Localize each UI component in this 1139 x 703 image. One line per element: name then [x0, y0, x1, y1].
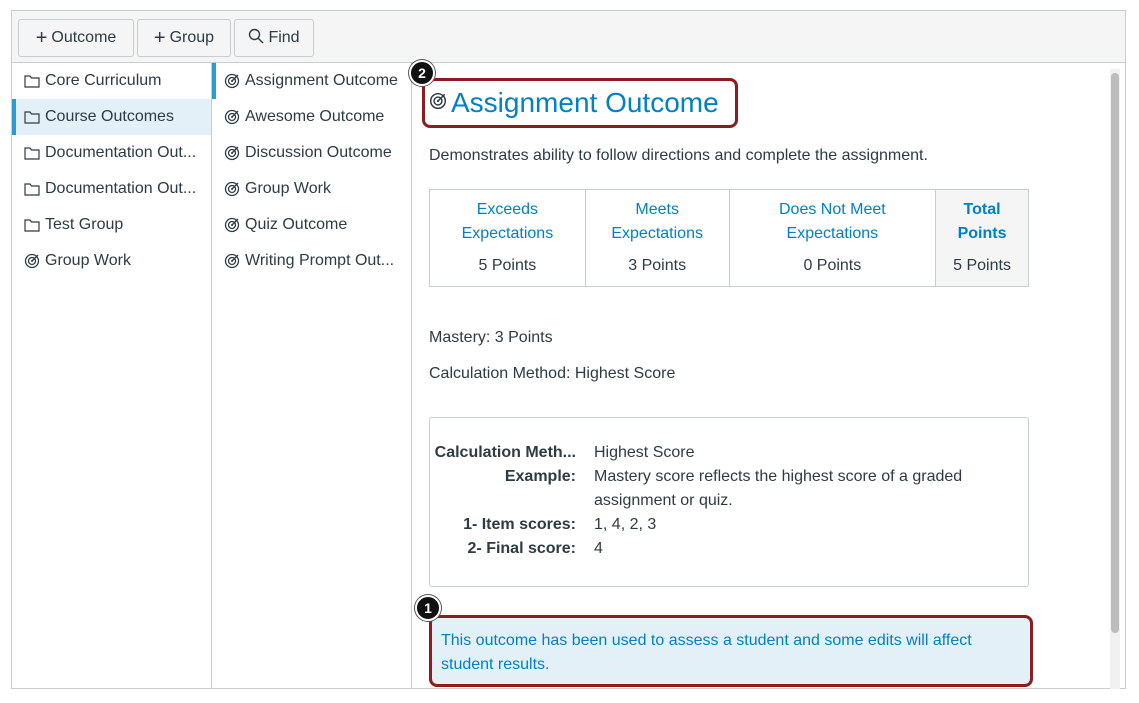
outcome-target-icon	[24, 253, 42, 269]
group-item-label: Documentation Out...	[45, 144, 197, 161]
group-item-course-outcomes[interactable]: Course Outcomes	[12, 99, 211, 135]
outcome-item-label: Writing Prompt Out...	[245, 252, 395, 269]
search-icon	[248, 28, 264, 49]
group-item-label: Documentation Out...	[45, 180, 197, 197]
calc-item-scores-key: 1- Item scores:	[463, 516, 576, 533]
outcomes-column: Assignment Outcome Awesome Outcome Discu…	[212, 63, 412, 689]
find-button[interactable]: Find	[234, 19, 314, 57]
outcome-target-icon	[224, 181, 242, 197]
outcome-item-writing-prompt[interactable]: Writing Prompt Out...	[212, 243, 411, 279]
rubric-table: Exceeds Expectations 5 Points Meets Expe…	[429, 189, 1029, 287]
mastery-text: Mastery: 3 Points	[429, 329, 553, 346]
group-item-label: Course Outcomes	[45, 108, 174, 125]
plus-icon: +	[153, 27, 166, 49]
callout-badge-2: 2	[409, 60, 435, 86]
rubric-cell-does-not-meet: Does Not Meet Expectations 0 Points	[728, 189, 937, 287]
outcome-item-label: Discussion Outcome	[245, 144, 392, 161]
calc-final-score-value: 4	[594, 540, 603, 557]
rubric-rating-label-1: Does Not Meet	[778, 201, 886, 218]
rubric-rating-label-1: Exceeds	[476, 201, 539, 218]
group-item-core-curriculum[interactable]: Core Curriculum	[12, 63, 211, 99]
rubric-rating-label-2: Expectations	[611, 225, 703, 242]
assessment-warning: This outcome has been used to assess a s…	[429, 615, 1033, 687]
folder-icon	[24, 218, 42, 232]
find-label: Find	[268, 29, 300, 46]
outcome-title-highlight: Assignment Outcome	[422, 78, 738, 128]
add-group-button[interactable]: + Group	[137, 19, 231, 57]
rubric-rating-label-2: Expectations	[786, 225, 879, 242]
outcome-item-label: Quiz Outcome	[245, 216, 348, 233]
group-item-label: Core Curriculum	[45, 72, 162, 89]
outcome-description: Demonstrates ability to follow direction…	[429, 147, 928, 164]
outcome-item-discussion[interactable]: Discussion Outcome	[212, 135, 411, 171]
outcome-target-icon	[224, 145, 242, 161]
rubric-cell-meets: Meets Expectations 3 Points	[584, 189, 730, 287]
folder-icon	[24, 182, 42, 196]
calc-final-score-key: 2- Final score:	[467, 540, 576, 557]
folder-icon	[24, 110, 42, 124]
calc-method-value: Highest Score	[594, 444, 695, 461]
outcome-target-icon	[429, 92, 447, 115]
outcome-item-assignment[interactable]: Assignment Outcome	[212, 63, 411, 99]
outcome-target-icon	[224, 73, 242, 89]
scrollbar-thumb[interactable]	[1111, 73, 1119, 633]
outcome-target-icon	[224, 253, 242, 269]
group-item-label: Test Group	[45, 216, 124, 233]
calc-method-key: Calculation Meth...	[434, 444, 576, 461]
rubric-total-points: 5 Points	[953, 257, 1011, 274]
toolbar: + Outcome + Group Find	[12, 11, 1125, 63]
rubric-points: 5 Points	[478, 257, 537, 274]
outcome-item-label: Awesome Outcome	[245, 108, 385, 125]
plus-icon: +	[35, 27, 48, 49]
outcome-title: Assignment Outcome	[451, 87, 719, 118]
folder-icon	[24, 146, 42, 160]
outcome-item-label: Group Work	[245, 180, 331, 197]
callout-badge-1: 1	[415, 595, 441, 621]
rubric-total-label-1: Total	[963, 201, 1001, 218]
rubric-cell-exceeds: Exceeds Expectations 5 Points	[429, 189, 586, 287]
calc-item-scores-value: 1, 4, 2, 3	[594, 516, 657, 533]
rubric-points: 3 Points	[628, 257, 687, 274]
add-group-label: Group	[169, 29, 215, 46]
add-outcome-label: Outcome	[51, 29, 117, 46]
outcome-item-quiz[interactable]: Quiz Outcome	[212, 207, 411, 243]
group-item-test-group[interactable]: Test Group	[12, 207, 211, 243]
rubric-rating-label-2: Expectations	[461, 225, 554, 242]
calculation-method-text: Calculation Method: Highest Score	[429, 365, 676, 382]
groups-column: Core Curriculum Course Outcomes Document…	[12, 63, 212, 689]
outcome-item-group-work[interactable]: Group Work	[212, 171, 411, 207]
group-item-documentation-1[interactable]: Documentation Out...	[12, 135, 211, 171]
outcome-item-label: Assignment Outcome	[245, 72, 398, 89]
rubric-row: Exceeds Expectations 5 Points Meets Expe…	[429, 189, 1029, 287]
scrollbar[interactable]	[1110, 69, 1120, 689]
calculation-method-box: Calculation Meth... Highest Score Exampl…	[429, 417, 1029, 587]
outcome-detail-pane: Assignment Outcome Demonstrates ability …	[413, 63, 1109, 689]
outcome-item-awesome[interactable]: Awesome Outcome	[212, 99, 411, 135]
group-item-label: Group Work	[45, 252, 131, 269]
group-item-group-work[interactable]: Group Work	[12, 243, 211, 279]
folder-icon	[24, 74, 42, 88]
outcome-target-icon	[224, 217, 242, 233]
outcome-target-icon	[224, 109, 242, 125]
rubric-points: 0 Points	[803, 257, 862, 274]
calc-example-value: Mastery score reflects the highest score…	[594, 468, 963, 509]
calc-example-key: Example:	[504, 468, 576, 485]
rubric-rating-label-1: Meets	[635, 201, 679, 218]
rubric-cell-total: Total Points 5 Points	[935, 189, 1029, 287]
outcomes-manager: + Outcome + Group Find Core Curriculum C…	[11, 10, 1126, 689]
add-outcome-button[interactable]: + Outcome	[18, 19, 134, 57]
rubric-total-label-2: Points	[957, 225, 1007, 242]
group-item-documentation-2[interactable]: Documentation Out...	[12, 171, 211, 207]
